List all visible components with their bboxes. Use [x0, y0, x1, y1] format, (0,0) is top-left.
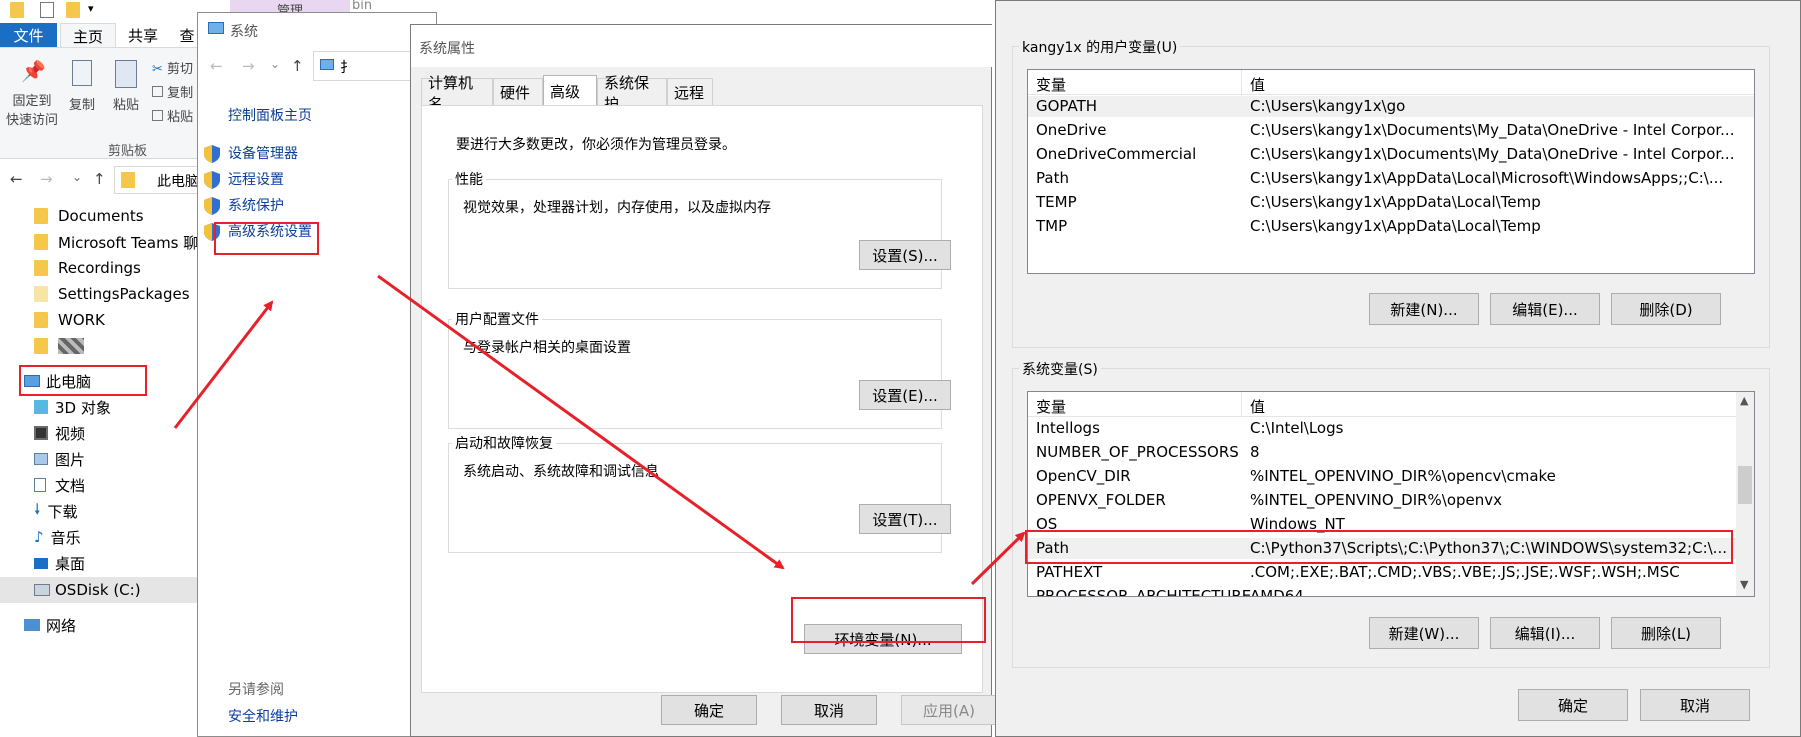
annotation-arrows — [173, 274, 1026, 586]
arrow-env-to-path — [970, 531, 1026, 586]
arrow-this-pc-to-advanced — [173, 300, 274, 429]
arrow-advanced-to-env — [377, 274, 785, 570]
